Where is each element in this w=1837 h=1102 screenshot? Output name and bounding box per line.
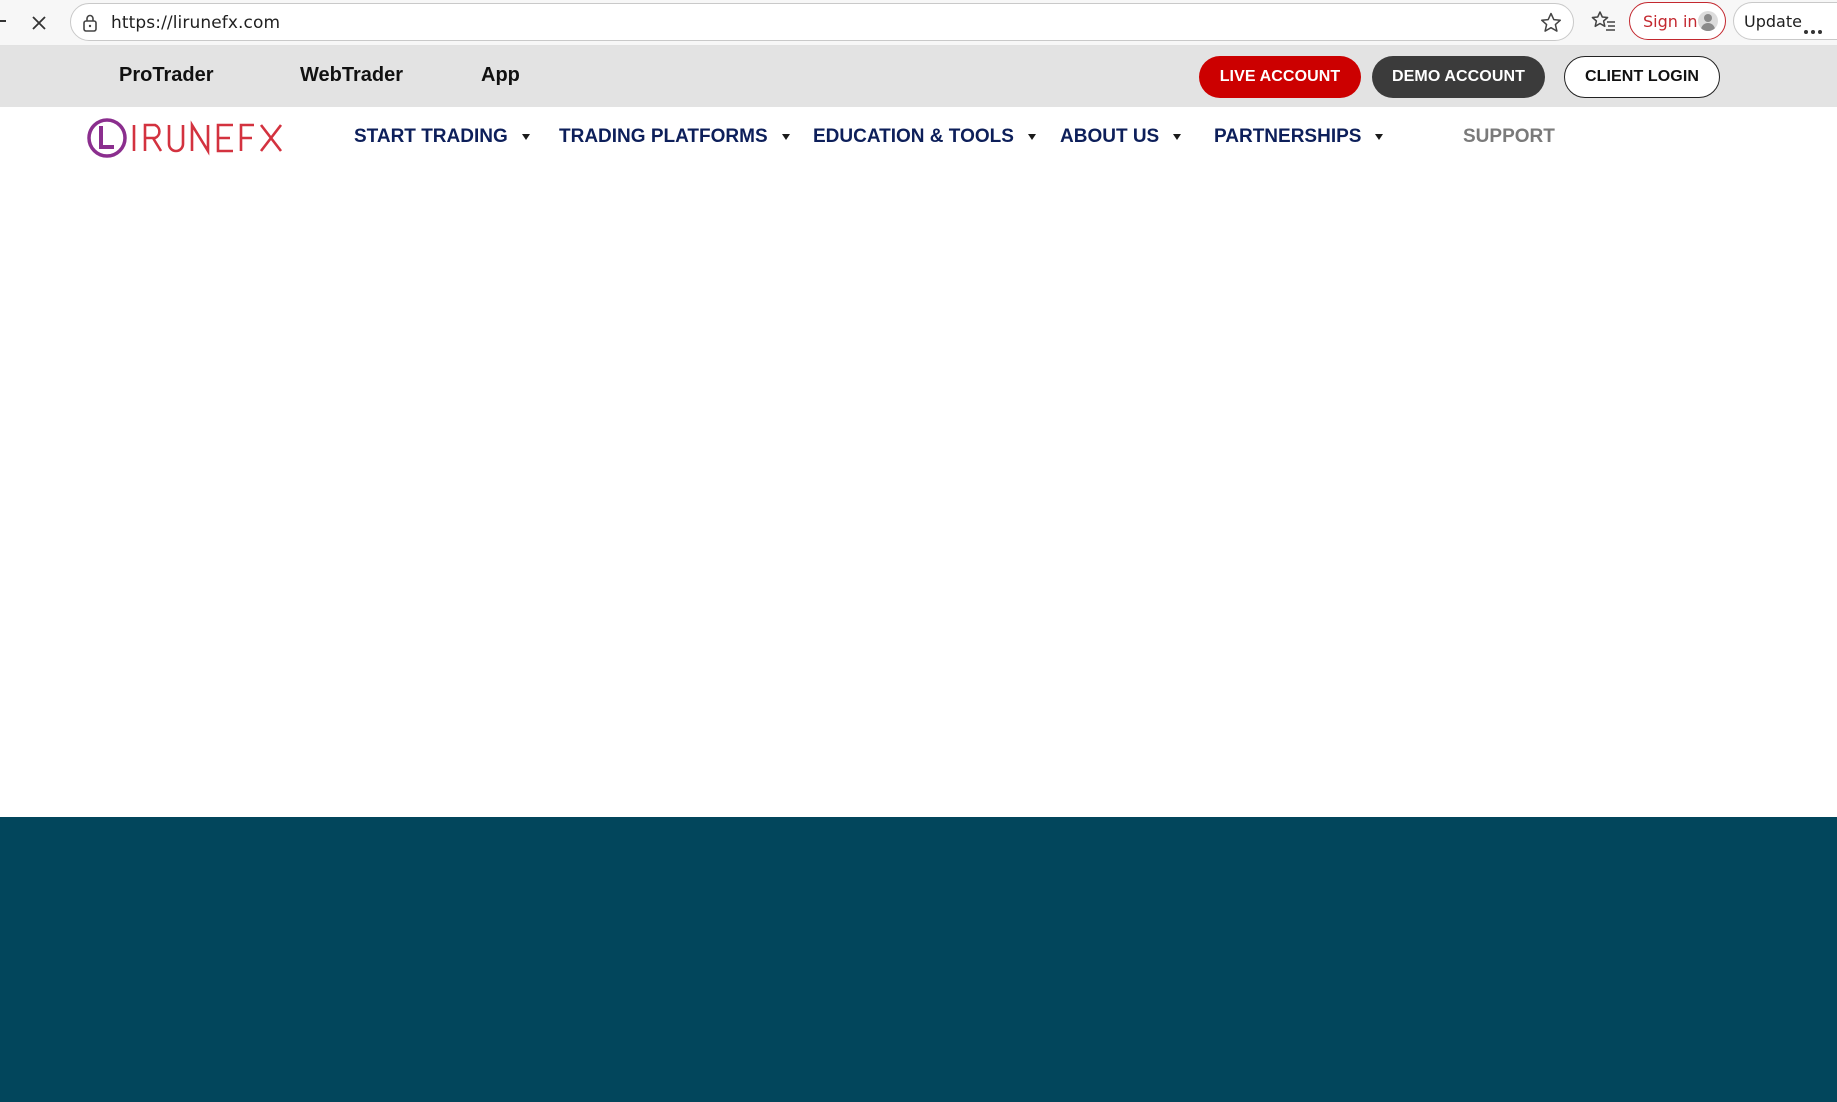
- caret-down-icon: [1375, 134, 1384, 140]
- favorites-icon[interactable]: [1590, 8, 1618, 36]
- nav-start-trading-label: START TRADING: [354, 126, 508, 147]
- stop-loading-icon[interactable]: [26, 10, 52, 36]
- more-options-icon[interactable]: [1804, 21, 1825, 39]
- lirunefx-logo[interactable]: [87, 114, 287, 162]
- nav-education-tools[interactable]: EDUCATION & TOOLS: [813, 126, 1036, 148]
- demo-account-button[interactable]: DEMO ACCOUNT: [1372, 56, 1545, 98]
- back-icon[interactable]: [0, 20, 6, 22]
- nav-trading-platforms-label: TRADING PLATFORMS: [559, 126, 768, 147]
- nav-about-us[interactable]: ABOUT US: [1060, 126, 1182, 148]
- app-link[interactable]: App: [481, 64, 520, 87]
- webtrader-link[interactable]: WebTrader: [300, 64, 403, 87]
- hero-area: [0, 169, 1837, 817]
- update-button[interactable]: Update: [1733, 2, 1837, 40]
- url-text[interactable]: https://lirunefx.com: [111, 13, 280, 33]
- utility-bar: ProTrader WebTrader App LIVE ACCOUNT DEM…: [0, 46, 1837, 107]
- update-label: Update: [1744, 12, 1802, 31]
- client-login-button[interactable]: CLIENT LOGIN: [1564, 56, 1720, 98]
- caret-down-icon: [521, 134, 530, 140]
- caret-down-icon: [781, 134, 790, 140]
- live-account-button[interactable]: LIVE ACCOUNT: [1199, 56, 1361, 98]
- nav-start-trading[interactable]: START TRADING: [354, 126, 530, 148]
- protrader-link[interactable]: ProTrader: [119, 64, 213, 87]
- lock-icon[interactable]: [81, 13, 99, 33]
- sign-in-button[interactable]: Sign in: [1629, 2, 1726, 40]
- teal-content-section: [0, 817, 1837, 1102]
- nav-partnerships-label: PARTNERSHIPS: [1214, 126, 1362, 147]
- favorite-star-icon[interactable]: [1539, 11, 1563, 35]
- browser-toolbar: https://lirunefx.com Sign in Update: [0, 0, 1837, 46]
- nav-education-tools-label: EDUCATION & TOOLS: [813, 126, 1014, 147]
- caret-down-icon: [1173, 134, 1182, 140]
- address-bar[interactable]: https://lirunefx.com: [70, 3, 1574, 41]
- profile-avatar-icon: [1698, 11, 1718, 31]
- nav-partnerships[interactable]: PARTNERSHIPS: [1214, 126, 1384, 148]
- main-navigation: START TRADING TRADING PLATFORMS EDUCATIO…: [0, 107, 1837, 169]
- sign-in-label: Sign in: [1643, 12, 1698, 31]
- nav-trading-platforms[interactable]: TRADING PLATFORMS: [559, 126, 790, 148]
- nav-about-us-label: ABOUT US: [1060, 126, 1160, 147]
- caret-down-icon: [1027, 134, 1036, 140]
- nav-support[interactable]: SUPPORT: [1463, 126, 1555, 148]
